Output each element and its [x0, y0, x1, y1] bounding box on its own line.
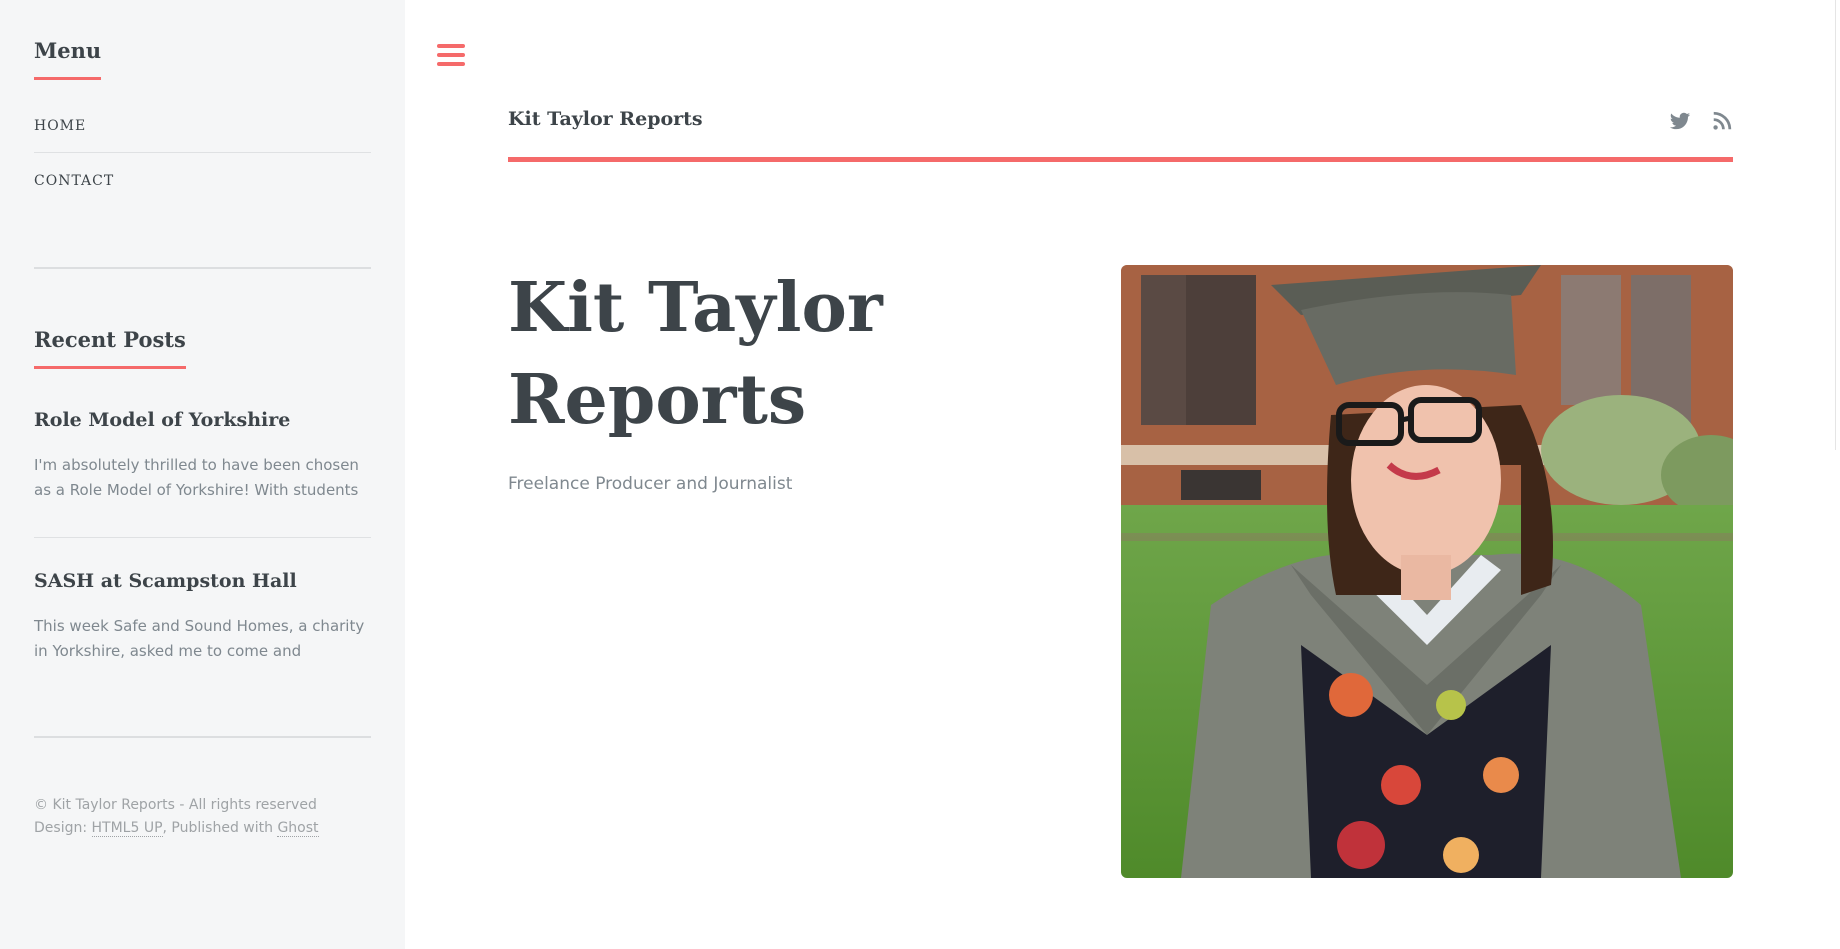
page-subtitle: Freelance Producer and Journalist — [508, 474, 793, 494]
page-scrollbar[interactable] — [1835, 0, 1840, 450]
social-icons — [1669, 110, 1733, 132]
recent-posts-list: Role Model of Yorkshire I'm absolutely t… — [34, 409, 371, 698]
credits-line: Design: HTML5 UP, Published with Ghost — [34, 817, 371, 840]
page-title: Kit Taylor Reports — [508, 268, 883, 440]
list-item: Role Model of Yorkshire I'm absolutely t… — [34, 409, 371, 537]
menu-item-home[interactable]: HOME — [34, 110, 371, 142]
sidebar: Menu HOME CONTACT Recent Posts Role Mode… — [0, 0, 405, 949]
menu-item-contact[interactable]: CONTACT — [34, 152, 371, 209]
twitter-icon[interactable] — [1669, 110, 1691, 132]
post-title-link[interactable]: Role Model of Yorkshire — [34, 409, 371, 431]
menu-list: HOME CONTACT — [34, 110, 371, 209]
post-excerpt: This week Safe and Sound Homes, a charit… — [34, 617, 365, 660]
post-title-link[interactable]: SASH at Scampston Hall — [34, 570, 371, 592]
recent-posts-heading: Recent Posts — [34, 327, 186, 369]
published-text: , Published with — [162, 820, 278, 836]
menu-toggle-icon[interactable] — [437, 44, 465, 70]
sidebar-divider — [34, 736, 371, 738]
ghost-link[interactable]: Ghost — [277, 820, 319, 837]
main-content: Kit Taylor Reports Kit Taylor Reports Fr… — [405, 0, 1840, 949]
design-prefix: Design: — [34, 820, 92, 836]
post-excerpt: I'm absolutely thrilled to have been cho… — [34, 456, 359, 499]
rss-icon[interactable] — [1711, 110, 1733, 132]
site-logo[interactable]: Kit Taylor Reports — [508, 108, 703, 130]
html5up-link[interactable]: HTML5 UP — [91, 820, 163, 837]
graduation-portrait-image — [1121, 265, 1733, 878]
portrait-illustration — [1121, 265, 1733, 878]
copyright-text: © Kit Taylor Reports - All rights reserv… — [34, 797, 317, 813]
sidebar-footer: © Kit Taylor Reports - All rights reserv… — [34, 794, 371, 840]
list-item: SASH at Scampston Hall This week Safe an… — [34, 537, 371, 698]
sidebar-divider — [34, 267, 371, 269]
menu-heading: Menu — [34, 38, 102, 80]
site-header: Kit Taylor Reports — [508, 100, 1733, 162]
